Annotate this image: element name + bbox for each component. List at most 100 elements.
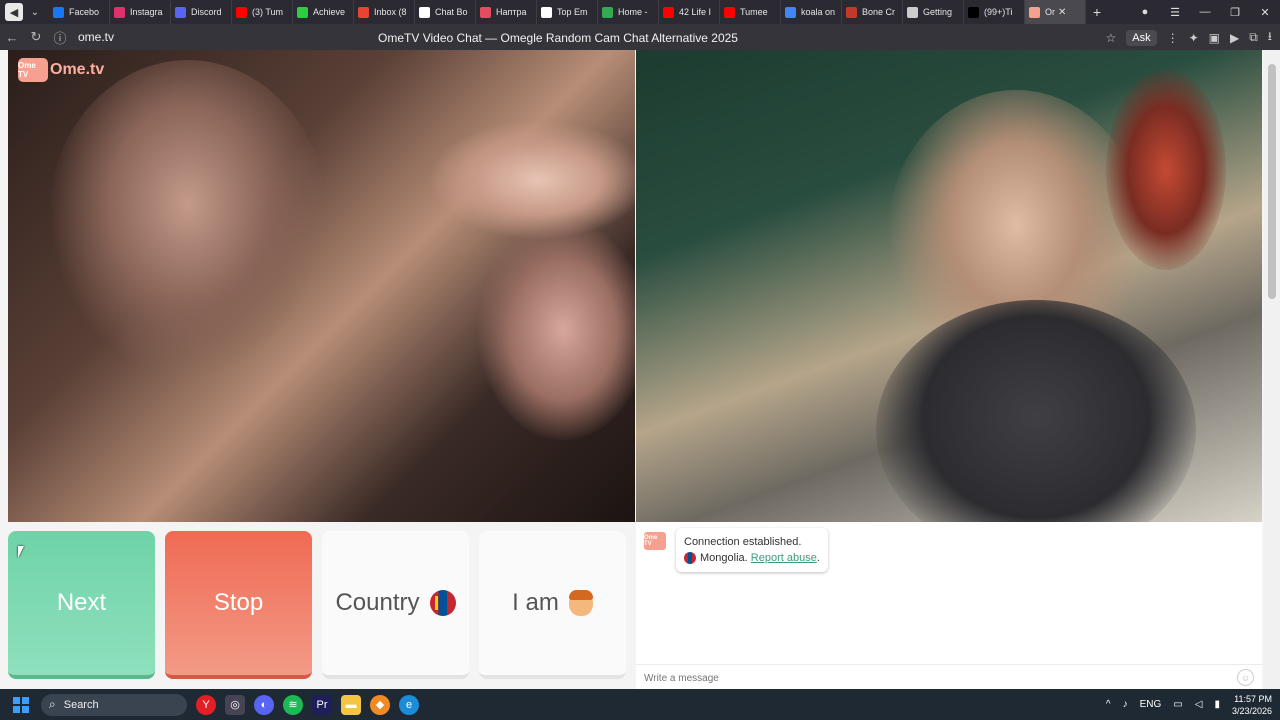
- browser-tab[interactable]: Or ✕: [1025, 0, 1086, 24]
- windows-start-icon[interactable]: [13, 696, 29, 713]
- tab-label: koala on: [801, 7, 836, 17]
- browser-tab[interactable]: Facebo: [49, 0, 110, 24]
- extensions-icon[interactable]: ⧉: [1249, 30, 1258, 45]
- iam-label: I am: [512, 589, 559, 616]
- country-name: Mongolia.: [700, 552, 748, 564]
- bookmark-icon[interactable]: ☆: [1105, 31, 1116, 45]
- file-explorer-icon[interactable]: ▬: [341, 694, 361, 715]
- control-buttons: Next Stop Country I am: [8, 531, 628, 681]
- language-indicator[interactable]: ENG: [1140, 699, 1162, 710]
- search-icon: ⌕: [49, 697, 56, 711]
- ometv-logo[interactable]: Ome TV Ome.tv: [18, 58, 104, 82]
- tab-favicon-icon: [968, 6, 979, 18]
- taskbar-search[interactable]: ⌕ Search: [41, 693, 187, 716]
- new-tab-button[interactable]: +: [1086, 4, 1108, 20]
- spotify-icon[interactable]: ≋: [283, 694, 303, 715]
- browser-tab[interactable]: Inbox (8: [354, 0, 415, 24]
- discord-icon[interactable]: ◐: [254, 694, 274, 715]
- sidebar-icon[interactable]: ▣: [1209, 31, 1220, 45]
- browser-tab[interactable]: koala on: [781, 0, 842, 24]
- browser-tab[interactable]: Achieve: [293, 0, 354, 24]
- browser-tab[interactable]: (99+)Ti: [964, 0, 1025, 24]
- app-icon[interactable]: ◆: [370, 694, 390, 715]
- profile-icon[interactable]: ●: [1130, 6, 1160, 18]
- browser-tab[interactable]: Discord: [171, 0, 232, 24]
- ask-ai-button[interactable]: Ask: [1126, 29, 1157, 46]
- browser-tab[interactable]: Instagra: [110, 0, 171, 24]
- ask-label: Ask: [1132, 31, 1151, 44]
- browser-menu-button[interactable]: ◀: [5, 3, 23, 21]
- page-title: OmeTV Video Chat — Omegle Random Cam Cha…: [378, 31, 738, 45]
- window-controls: ● ☰ — ❐ ✕: [1130, 0, 1280, 24]
- premiere-icon[interactable]: Pr: [312, 694, 332, 715]
- tab-favicon-icon: [480, 6, 491, 18]
- clock-time: 11:57 PM: [1234, 693, 1272, 704]
- tab-list-dropdown[interactable]: ⌄: [27, 7, 43, 18]
- network-icon[interactable]: ▭: [1173, 699, 1182, 710]
- browser-tab[interactable]: (3) Tum: [232, 0, 293, 24]
- tab-favicon-icon: [907, 6, 918, 18]
- tab-favicon-icon: [602, 6, 613, 18]
- tab-label: Achieve: [313, 7, 346, 17]
- tab-label: Or: [1045, 7, 1055, 17]
- minimize-button[interactable]: —: [1190, 6, 1220, 18]
- battery-icon[interactable]: ▮: [1214, 699, 1220, 710]
- browser-tab[interactable]: 42 Life I: [659, 0, 720, 24]
- browser-tab[interactable]: Bone Cr: [842, 0, 903, 24]
- restore-button[interactable]: ❐: [1220, 6, 1250, 19]
- browser-tab[interactable]: Chat Bo: [415, 0, 476, 24]
- microphone-icon[interactable]: ♪: [1123, 699, 1128, 710]
- browser-tab[interactable]: Top Em: [537, 0, 598, 24]
- edge-icon[interactable]: e: [399, 694, 419, 715]
- browser-tab[interactable]: Tumee: [720, 0, 781, 24]
- stranger-person-2: [478, 220, 635, 440]
- tab-label: Chat Bo: [435, 7, 468, 17]
- browser-tab[interactable]: Home -: [598, 0, 659, 24]
- tab-label: Tumee: [740, 7, 768, 17]
- tab-strip: ◀ ⌄ Facebo Instagra Discord (3) Tum Achieve I…: [0, 0, 1280, 24]
- tab-label: Inbox (8: [374, 7, 407, 17]
- tab-label: (99+)Ti: [984, 7, 1013, 17]
- mouse-cursor-icon: [18, 546, 30, 558]
- play-icon[interactable]: ▶: [1230, 31, 1239, 45]
- translate-icon[interactable]: ✦: [1189, 31, 1199, 45]
- tab-label: Home -: [618, 7, 648, 17]
- tab-favicon-icon: [419, 6, 430, 18]
- tab-label: Getting: [923, 7, 953, 17]
- country-button[interactable]: Country: [322, 531, 469, 679]
- close-window-button[interactable]: ✕: [1250, 6, 1280, 19]
- logo-text: Ome.tv: [50, 61, 105, 78]
- menu-icon[interactable]: ☰: [1160, 6, 1190, 19]
- page-scrollbar[interactable]: [1264, 50, 1280, 689]
- clock[interactable]: 11:57 PM 3/23/2026: [1232, 693, 1272, 717]
- close-tab-icon[interactable]: ✕: [1058, 7, 1066, 18]
- tab-favicon-icon: [1029, 6, 1040, 18]
- steam-icon[interactable]: ◎: [225, 694, 245, 715]
- volume-icon[interactable]: ◁: [1195, 699, 1203, 710]
- country-label: Country: [335, 589, 420, 616]
- stranger-hand: [428, 120, 635, 240]
- page-content: Ome TV Ome.tv Next Stop Country I am Ome…: [0, 50, 1280, 689]
- emoji-icon[interactable]: ☺: [1237, 669, 1254, 686]
- browser-tab[interactable]: Getting: [903, 0, 964, 24]
- stop-label: Stop: [213, 589, 264, 616]
- tab-label: 42 Life I: [679, 7, 712, 17]
- stop-button[interactable]: Stop: [165, 531, 312, 679]
- scrollbar-thumb[interactable]: [1268, 64, 1276, 299]
- system-message: Connection established. Mongolia. Report…: [676, 528, 828, 572]
- message-line: Connection established.: [684, 536, 802, 548]
- chevron-up-icon[interactable]: ^: [1106, 699, 1111, 710]
- tab-favicon-icon: [114, 6, 125, 18]
- report-abuse-link[interactable]: Report abuse: [751, 552, 817, 564]
- stranger-video: Ome TV Ome.tv: [8, 50, 635, 522]
- yandex-browser-icon[interactable]: Y: [196, 694, 216, 715]
- next-button[interactable]: Next: [8, 531, 155, 679]
- message-input[interactable]: [642, 668, 1226, 688]
- tab-favicon-icon: [846, 6, 857, 18]
- tabs: Facebo Instagra Discord (3) Tum Achieve Inbox…: [49, 0, 1086, 24]
- tab-favicon-icon: [358, 6, 369, 18]
- download-icon[interactable]: ⭳: [1268, 27, 1272, 48]
- gender-button[interactable]: I am: [479, 531, 626, 679]
- more-icon[interactable]: ⋮: [1167, 31, 1179, 45]
- browser-tab[interactable]: Наптра: [476, 0, 537, 24]
